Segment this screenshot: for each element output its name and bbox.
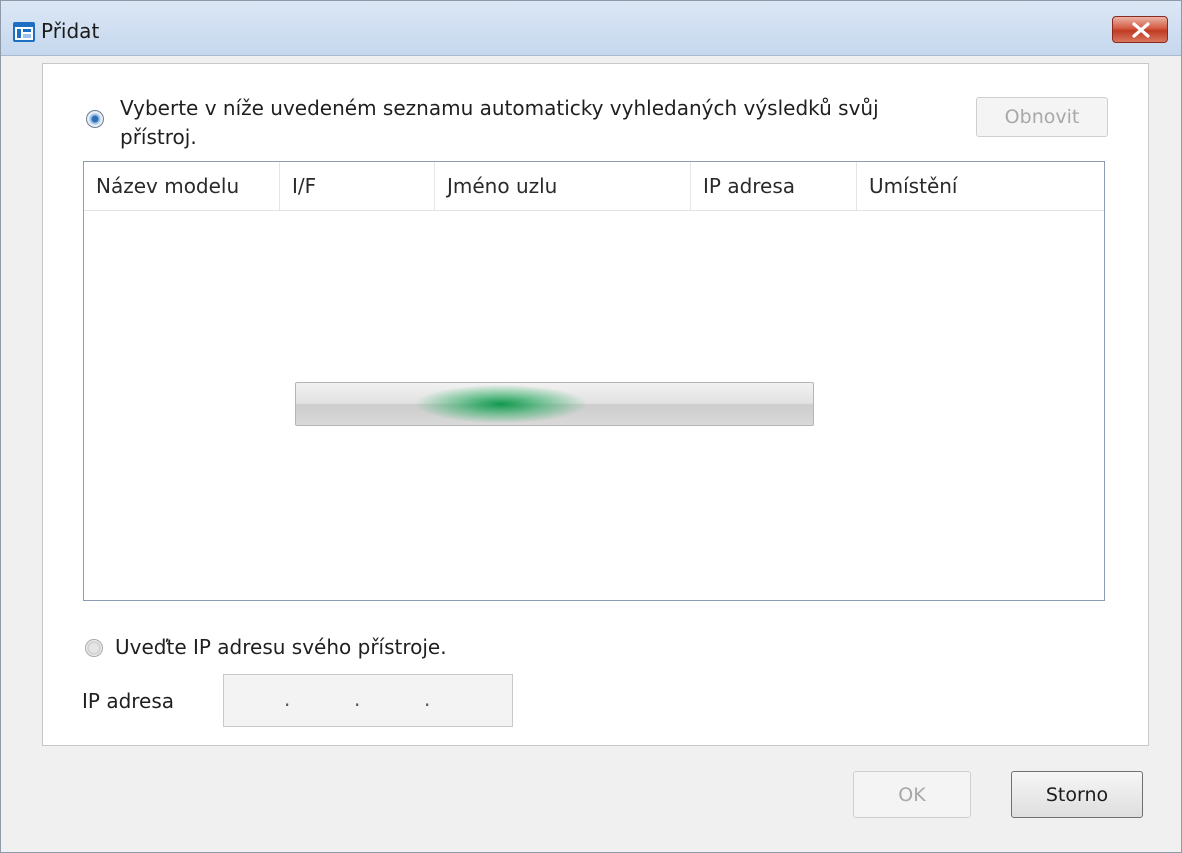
progress-indicator [416, 385, 586, 423]
options-panel: Vyberte v níže uvedeném seznamu automati… [42, 63, 1149, 746]
manual-ip-label: Uveďte IP adresu svého přístroje. [115, 635, 447, 659]
cancel-button[interactable]: Storno [1011, 771, 1143, 818]
column-header-interface[interactable]: I/F [280, 162, 435, 210]
dialog-content: Vyberte v níže uvedeném seznamu automati… [1, 56, 1181, 852]
column-header-ip-address[interactable]: IP adresa [691, 162, 857, 210]
ip-address-field[interactable]: . . . [223, 674, 513, 727]
device-list-header: Název modelu I/F Jméno uzlu IP adresa Um… [84, 162, 1104, 211]
manual-ip-radio[interactable] [85, 639, 103, 657]
add-device-dialog: Přidat Vyberte v níže uvedeném seznamu a… [0, 0, 1182, 853]
app-window-icon [13, 22, 35, 42]
refresh-button[interactable]: Obnovit [976, 97, 1108, 137]
auto-search-label: Vyberte v níže uvedeném seznamu automati… [120, 96, 879, 149]
ip-separator: . [354, 687, 361, 711]
search-progress-bar [295, 382, 814, 426]
close-button[interactable] [1112, 16, 1168, 43]
auto-search-radio[interactable] [86, 110, 104, 128]
column-header-model-name[interactable]: Název modelu [84, 162, 280, 210]
column-header-node-name[interactable]: Jméno uzlu [435, 162, 691, 210]
column-header-location[interactable]: Umístění [857, 162, 1104, 210]
ip-separator: . [284, 687, 291, 711]
title-bar: Přidat [1, 1, 1181, 56]
close-icon [1132, 22, 1150, 38]
ip-address-label: IP adresa [82, 689, 175, 713]
device-list[interactable]: Název modelu I/F Jméno uzlu IP adresa Um… [83, 161, 1105, 601]
ip-separator: . [424, 687, 431, 711]
window-title: Přidat [41, 19, 100, 43]
ok-button[interactable]: OK [853, 771, 971, 818]
